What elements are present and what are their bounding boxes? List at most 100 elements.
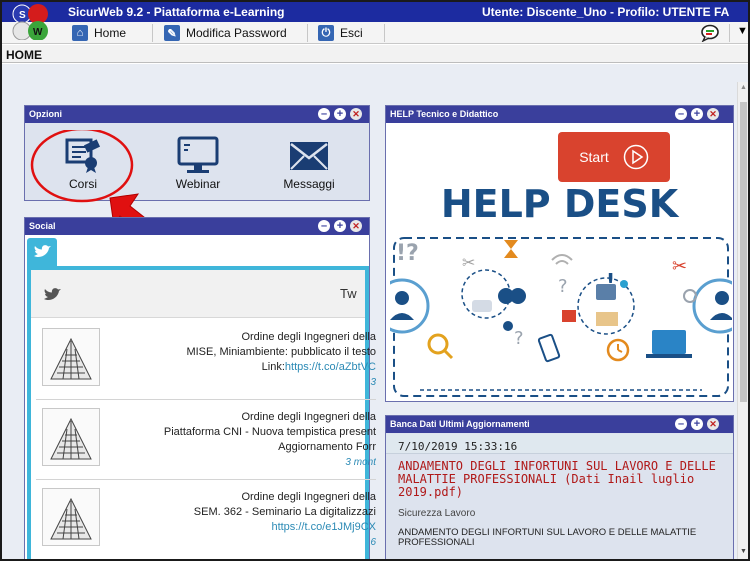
tweet-time: 3 mont bbox=[345, 457, 376, 468]
monitor-icon bbox=[177, 136, 219, 173]
minimize-icon[interactable]: – bbox=[675, 418, 687, 430]
social-panel: Social – + ✕ Tw Ordine degli Ingegneri d… bbox=[24, 217, 376, 559]
close-icon[interactable]: ✕ bbox=[707, 108, 719, 120]
key-icon: ✎ bbox=[164, 25, 180, 41]
menu-separator bbox=[729, 24, 730, 42]
app-logo: S W bbox=[12, 4, 48, 40]
close-icon[interactable]: ✕ bbox=[707, 418, 719, 430]
menu-separator bbox=[307, 24, 308, 42]
close-icon[interactable]: ✕ bbox=[350, 108, 362, 120]
caret-down-icon[interactable]: ▼ bbox=[737, 25, 748, 37]
title-bar: SicurWeb 9.2 - Piattaforma e-Learning Ut… bbox=[2, 2, 748, 22]
scrollbar-thumb[interactable] bbox=[740, 102, 747, 402]
minimize-icon[interactable]: – bbox=[675, 108, 687, 120]
tweet-item[interactable]: Ordine degli Ingegneri della SEM. 362 - … bbox=[36, 482, 376, 559]
app-title: SicurWeb 9.2 - Piattaforma e-Learning bbox=[68, 5, 285, 19]
menu-logout-label: Esci bbox=[340, 26, 363, 40]
tweet-item[interactable]: Ordine degli Ingegneri della Piattaforma… bbox=[36, 402, 376, 480]
feed-header-label: Tw bbox=[340, 286, 357, 301]
tab-twitter[interactable] bbox=[27, 238, 57, 266]
close-icon[interactable]: ✕ bbox=[350, 220, 362, 232]
tweet-link[interactable]: https://t.co/e1JMj9CX bbox=[271, 521, 376, 533]
menu-separator bbox=[152, 24, 153, 42]
news-summary: ANDAMENTO DEGLI INFORTUNI SUL LAVORO E D… bbox=[398, 527, 697, 548]
tweet-link[interactable]: https://t.co/aZbtVC bbox=[285, 361, 376, 373]
menu-logout-button[interactable]: ⏻ Esci bbox=[318, 24, 363, 42]
maximize-icon[interactable]: + bbox=[334, 108, 346, 120]
twitter-bird-icon bbox=[44, 288, 61, 301]
menu-home-label: Home bbox=[94, 26, 127, 40]
tweet-author: Ordine degli Ingegneri della bbox=[241, 491, 376, 503]
start-label: Start bbox=[579, 149, 609, 165]
help-panel-title: HELP Tecnico e Didattico bbox=[390, 109, 499, 119]
tweet-body: Piattaforma CNI - Nuova tempistica prese… bbox=[163, 426, 376, 438]
logo-letter-s: S bbox=[19, 10, 26, 21]
svg-text:?: ? bbox=[514, 328, 524, 349]
social-panel-title: Social bbox=[29, 221, 56, 231]
chat-icon[interactable] bbox=[700, 24, 720, 42]
tweet-body: SEM. 362 - Seminario La digitalizzazi bbox=[193, 506, 376, 518]
user-info: Utente: Discente_Uno - Profilo: UTENTE F… bbox=[482, 5, 730, 19]
minimize-icon[interactable]: – bbox=[318, 108, 330, 120]
scroll-up-icon[interactable]: ▲ bbox=[740, 84, 747, 91]
page-scrollbar[interactable]: ▲ ▼ bbox=[737, 82, 748, 559]
feed-header: Tw bbox=[31, 270, 365, 318]
menu-change-password-button[interactable]: ✎ Modifica Password bbox=[164, 24, 287, 42]
svg-text:✂: ✂ bbox=[462, 253, 475, 272]
scroll-down-icon[interactable]: ▼ bbox=[740, 548, 747, 555]
tweet-text: Ordine degli Ingegneri della SEM. 362 - … bbox=[108, 490, 376, 550]
building-thumbnail bbox=[42, 328, 100, 386]
tweet-link-prefix: Aggiornamento Forr bbox=[278, 441, 376, 453]
tweet-author: Ordine degli Ingegneri della bbox=[241, 411, 376, 423]
svg-text:✂: ✂ bbox=[672, 256, 687, 277]
news-panel: Banca Dati Ultimi Aggiornamenti – + ✕ 7/… bbox=[385, 415, 734, 559]
tweet-body: MISE, Miniambiente: pubblicato il testo bbox=[186, 346, 376, 358]
building-icon bbox=[50, 337, 92, 380]
power-icon: ⏻ bbox=[318, 25, 334, 41]
home-icon: ⌂ bbox=[72, 25, 88, 41]
start-button[interactable]: Start bbox=[558, 132, 670, 182]
tweet-text: Ordine degli Ingegneri della Piattaforma… bbox=[108, 410, 376, 470]
menu-change-password-label: Modifica Password bbox=[186, 26, 287, 40]
app-window: SicurWeb 9.2 - Piattaforma e-Learning Ut… bbox=[0, 0, 750, 561]
tweet-text: Ordine degli Ingegneri della MISE, Minia… bbox=[108, 330, 376, 390]
building-icon bbox=[50, 417, 92, 460]
news-category: Sicurezza Lavoro bbox=[398, 508, 476, 519]
news-panel-title: Banca Dati Ultimi Aggiornamenti bbox=[390, 419, 530, 429]
options-panel-title: Opzioni bbox=[29, 109, 62, 119]
webinar-button[interactable]: Webinar bbox=[158, 136, 238, 191]
svg-text:!?: !? bbox=[396, 241, 419, 266]
news-panel-header: Banca Dati Ultimi Aggiornamenti – + ✕ bbox=[386, 416, 733, 433]
maximize-icon[interactable]: + bbox=[691, 418, 703, 430]
help-panel-header: HELP Tecnico e Didattico – + ✕ bbox=[386, 106, 733, 123]
twitter-feed: Tw Ordine degli Ingegneri della MISE, Mi… bbox=[27, 266, 376, 559]
maximize-icon[interactable]: + bbox=[334, 220, 346, 232]
building-thumbnail bbox=[42, 488, 100, 546]
play-icon bbox=[623, 144, 649, 170]
breadcrumb: HOME bbox=[2, 45, 748, 63]
news-date: 7/10/2019 15:33:16 bbox=[398, 440, 518, 453]
social-panel-header: Social – + ✕ bbox=[25, 218, 369, 235]
tweet-time: 3 bbox=[370, 377, 376, 388]
building-icon bbox=[50, 497, 92, 540]
menu-separator bbox=[384, 24, 385, 42]
maximize-icon[interactable]: + bbox=[691, 108, 703, 120]
tweet-link-prefix: Link: bbox=[261, 361, 285, 373]
svg-text:?: ? bbox=[558, 276, 568, 297]
menu-home-button[interactable]: ⌂ Home bbox=[72, 24, 126, 42]
logo-letter-w: W bbox=[33, 27, 43, 38]
envelope-icon bbox=[290, 142, 328, 170]
webinar-label: Webinar bbox=[175, 177, 221, 191]
options-panel-header: Opzioni – + ✕ bbox=[25, 106, 369, 123]
messaggi-button[interactable]: Messaggi bbox=[269, 136, 349, 191]
tweet-author: Ordine degli Ingegneri della bbox=[241, 331, 376, 343]
tweet-time: 6 bbox=[370, 537, 376, 548]
news-title-link[interactable]: ANDAMENTO DEGLI INFORTUNI SUL LAVORO E D… bbox=[398, 460, 726, 499]
helpdesk-banner: HELP DESK bbox=[440, 182, 679, 226]
tweet-item[interactable]: Ordine degli Ingegneri della MISE, Minia… bbox=[36, 322, 376, 400]
menu-bar: ⌂ Home ✎ Modifica Password ⏻ Esci ▼ bbox=[2, 22, 748, 44]
building-thumbnail bbox=[42, 408, 100, 466]
help-panel: HELP Tecnico e Didattico – + ✕ Start HEL… bbox=[385, 105, 734, 402]
minimize-icon[interactable]: – bbox=[318, 220, 330, 232]
news-date-bar: 7/10/2019 15:33:16 bbox=[386, 434, 733, 454]
